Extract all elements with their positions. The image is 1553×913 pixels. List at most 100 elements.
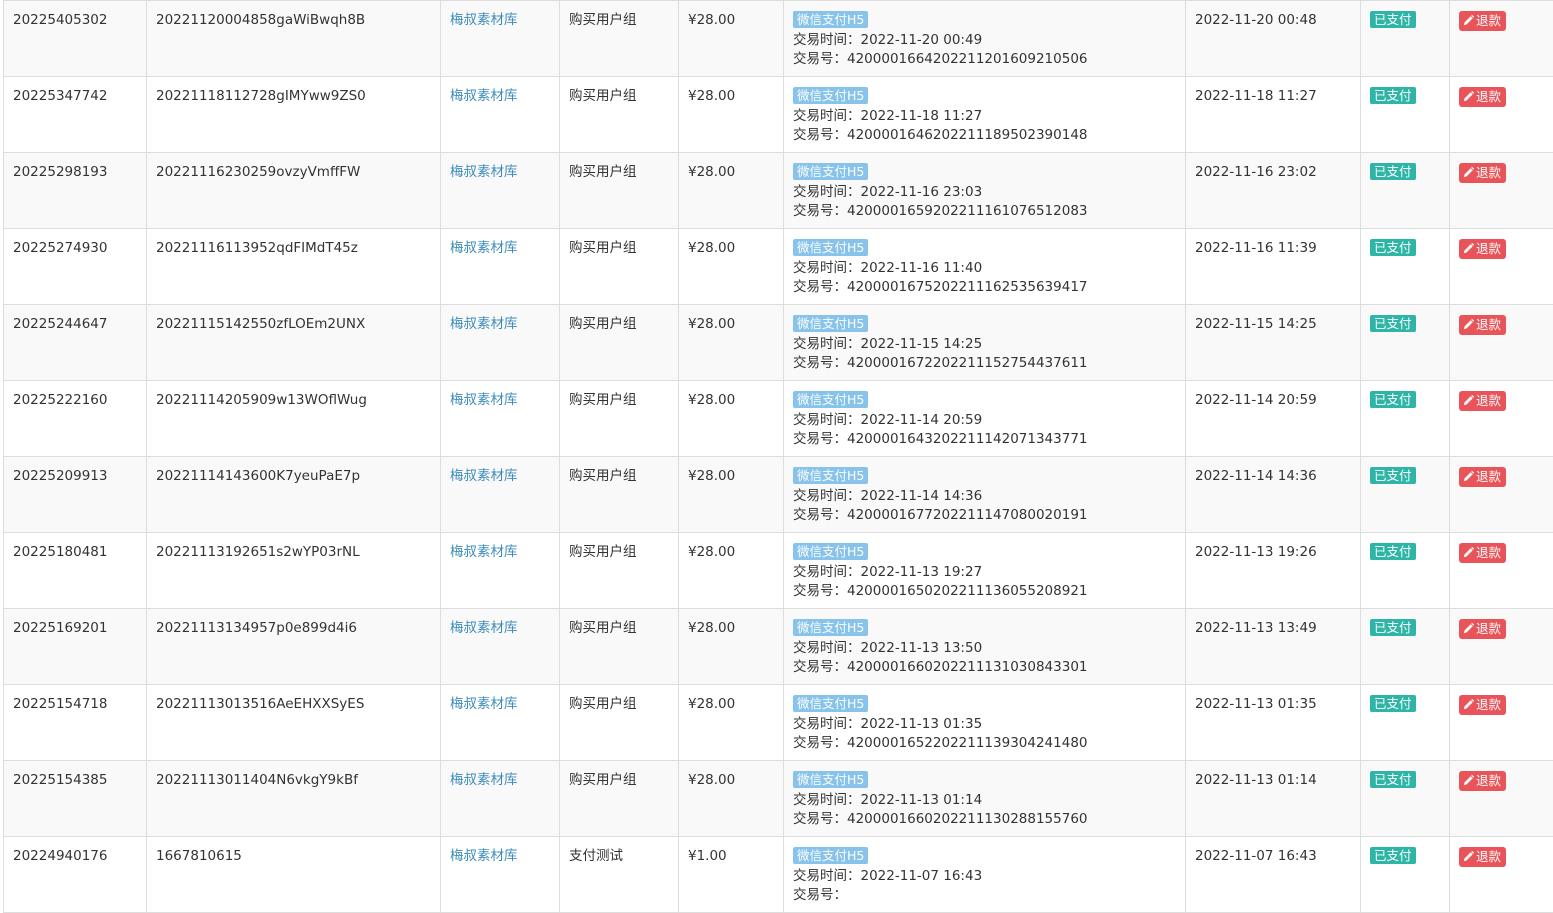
pencil-icon <box>1463 319 1474 330</box>
site-link[interactable]: 梅叔素材库 <box>450 468 518 484</box>
created-time-cell: 2022-11-13 01:35 <box>1186 685 1361 761</box>
payment-info-cell: 微信支付H5 交易时间：2022-11-16 23:03 交易号：4200001… <box>784 153 1186 229</box>
created-time-cell: 2022-11-14 20:59 <box>1186 381 1361 457</box>
table-row: 20224940176 1667810615 梅叔素材库 支付测试 ¥1.00 … <box>4 837 1553 913</box>
refund-label: 退款 <box>1476 241 1501 256</box>
table-row: 20225347742 20221118112728gIMYww9ZS0 梅叔素… <box>4 77 1553 153</box>
order-type: 购买用户组 <box>569 12 637 28</box>
trade-time-line: 交易时间：2022-11-13 01:35 <box>793 715 1177 735</box>
refund-button[interactable]: 退款 <box>1459 391 1506 411</box>
order-id: 20225209913 <box>13 468 107 484</box>
created-time: 2022-11-13 01:14 <box>1195 772 1317 788</box>
trade-no-label: 交易号： <box>793 583 847 599</box>
type-cell: 支付测试 <box>560 837 679 913</box>
payment-info-cell: 微信支付H5 交易时间：2022-11-13 13:50 交易号：4200001… <box>784 609 1186 685</box>
order-amount: ¥28.00 <box>688 392 735 408</box>
site-link[interactable]: 梅叔素材库 <box>450 392 518 408</box>
trade-time-line: 交易时间：2022-11-15 14:25 <box>793 335 1177 355</box>
site-cell: 梅叔素材库 <box>441 761 560 837</box>
amount-cell: ¥28.00 <box>679 153 784 229</box>
site-link[interactable]: 梅叔素材库 <box>450 240 518 256</box>
table-row: 20225180481 20221113192651s2wYP03rNL 梅叔素… <box>4 533 1553 609</box>
site-link[interactable]: 梅叔素材库 <box>450 696 518 712</box>
order-type: 购买用户组 <box>569 164 637 180</box>
trade-no-line: 交易号：4200001650202211136055208921 <box>793 582 1177 602</box>
trade-time-value: 2022-11-20 00:49 <box>861 32 983 48</box>
order-no: 20221113011404N6vkgY9kBf <box>156 772 358 788</box>
trade-no-label: 交易号： <box>793 887 847 903</box>
trade-time-label: 交易时间： <box>793 32 861 48</box>
type-cell: 购买用户组 <box>560 609 679 685</box>
order-type: 购买用户组 <box>569 392 637 408</box>
order-no: 20221113013516AeEHXXSyES <box>156 696 364 712</box>
order-amount: ¥28.00 <box>688 12 735 28</box>
created-time: 2022-11-13 13:49 <box>1195 620 1317 636</box>
created-time: 2022-11-14 20:59 <box>1195 392 1317 408</box>
trade-no-line: 交易号：4200001677202211147080020191 <box>793 506 1177 526</box>
order-id: 20225154718 <box>13 696 107 712</box>
site-link[interactable]: 梅叔素材库 <box>450 316 518 332</box>
order-no: 20221115142550zfLOEm2UNX <box>156 316 365 332</box>
trade-no-label: 交易号： <box>793 203 847 219</box>
order-no: 20221118112728gIMYww9ZS0 <box>156 88 366 104</box>
refund-button[interactable]: 退款 <box>1459 695 1506 715</box>
trade-time-label: 交易时间： <box>793 336 861 352</box>
site-link[interactable]: 梅叔素材库 <box>450 164 518 180</box>
status-cell: 已支付 <box>1361 381 1450 457</box>
order-no: 20221114205909w13WOflWug <box>156 392 367 408</box>
pencil-icon <box>1463 851 1474 862</box>
order-amount: ¥28.00 <box>688 164 735 180</box>
site-cell: 梅叔素材库 <box>441 381 560 457</box>
type-cell: 购买用户组 <box>560 685 679 761</box>
order-type: 购买用户组 <box>569 316 637 332</box>
refund-label: 退款 <box>1476 469 1501 484</box>
created-time-cell: 2022-11-20 00:48 <box>1186 1 1361 77</box>
pay-method-badge: 微信支付H5 <box>793 239 868 256</box>
site-link[interactable]: 梅叔素材库 <box>450 620 518 636</box>
order-no-cell: 20221113013516AeEHXXSyES <box>147 685 441 761</box>
refund-button[interactable]: 退款 <box>1459 619 1506 639</box>
payment-info-cell: 微信支付H5 交易时间：2022-11-13 01:35 交易号：4200001… <box>784 685 1186 761</box>
refund-button[interactable]: 退款 <box>1459 771 1506 791</box>
order-id-cell: 20225209913 <box>4 457 147 533</box>
refund-label: 退款 <box>1476 13 1501 28</box>
table-row: 20225274930 20221116113952qdFIMdT45z 梅叔素… <box>4 229 1553 305</box>
created-time: 2022-11-13 19:26 <box>1195 544 1317 560</box>
amount-cell: ¥28.00 <box>679 685 784 761</box>
site-link[interactable]: 梅叔素材库 <box>450 12 518 28</box>
refund-button[interactable]: 退款 <box>1459 11 1506 31</box>
order-no: 20221116113952qdFIMdT45z <box>156 240 358 256</box>
refund-button[interactable]: 退款 <box>1459 315 1506 335</box>
order-id-cell: 20225244647 <box>4 305 147 381</box>
trade-no-value: 4200001652202211139304241480 <box>847 735 1088 751</box>
site-cell: 梅叔素材库 <box>441 837 560 913</box>
trade-no-label: 交易号： <box>793 279 847 295</box>
created-time-cell: 2022-11-13 19:26 <box>1186 533 1361 609</box>
refund-button[interactable]: 退款 <box>1459 847 1506 867</box>
created-time: 2022-11-18 11:27 <box>1195 88 1317 104</box>
order-no-cell: 20221114143600K7yeuPaE7p <box>147 457 441 533</box>
trade-time-line: 交易时间：2022-11-07 16:43 <box>793 867 1177 887</box>
refund-button[interactable]: 退款 <box>1459 163 1506 183</box>
pencil-icon <box>1463 547 1474 558</box>
site-link[interactable]: 梅叔素材库 <box>450 848 518 864</box>
refund-button[interactable]: 退款 <box>1459 239 1506 259</box>
refund-button[interactable]: 退款 <box>1459 543 1506 563</box>
refund-button[interactable]: 退款 <box>1459 87 1506 107</box>
amount-cell: ¥28.00 <box>679 457 784 533</box>
site-link[interactable]: 梅叔素材库 <box>450 88 518 104</box>
trade-no-value: 4200001650202211136055208921 <box>847 583 1088 599</box>
refund-button[interactable]: 退款 <box>1459 467 1506 487</box>
site-link[interactable]: 梅叔素材库 <box>450 544 518 560</box>
pencil-icon <box>1463 623 1474 634</box>
trade-time-label: 交易时间： <box>793 412 861 428</box>
site-cell: 梅叔素材库 <box>441 77 560 153</box>
order-type: 购买用户组 <box>569 620 637 636</box>
order-id: 20225274930 <box>13 240 107 256</box>
order-amount: ¥28.00 <box>688 240 735 256</box>
pay-method-badge: 微信支付H5 <box>793 619 868 636</box>
trade-no-value: 4200001664202211201609210506 <box>847 51 1088 67</box>
trade-no-label: 交易号： <box>793 431 847 447</box>
pencil-icon <box>1463 395 1474 406</box>
site-link[interactable]: 梅叔素材库 <box>450 772 518 788</box>
